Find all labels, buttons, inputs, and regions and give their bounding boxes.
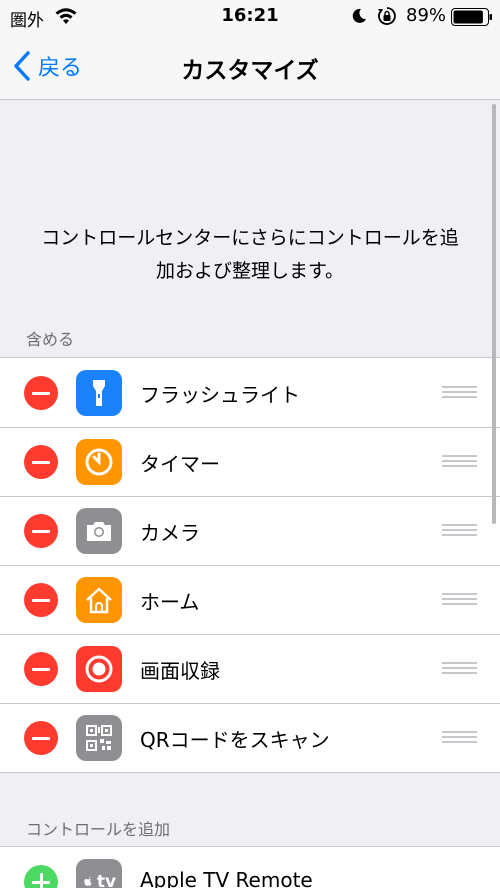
rotation-lock-icon [378,7,396,25]
do-not-disturb-icon [352,8,366,23]
reorder-handle-icon[interactable] [442,593,477,607]
timer-icon [76,439,122,485]
minus-icon [32,736,50,740]
more-controls-list: tv Apple TV Remote [0,846,500,888]
apple-tv-icon: tv [76,859,122,888]
remove-button[interactable] [24,583,58,617]
battery-percentage: 89% [406,5,447,26]
description-text: コントロールセンターにさらにコントロールを追加および整理します。 [41,227,459,282]
list-item: ホーム [0,565,500,634]
minus-icon [32,460,50,464]
list-item: 画面収録 [0,634,500,703]
reorder-handle-icon[interactable] [442,455,477,469]
control-label: QRコードをスキャン [140,728,330,752]
control-label: 画面収録 [140,659,220,683]
control-label: フラッシュライト [140,383,300,407]
home-icon [76,577,122,623]
list-item: tv Apple TV Remote [0,847,500,888]
list-item: QRコードをスキャン [0,703,500,772]
page-title: カスタマイズ [181,58,319,84]
control-label: タイマー [140,452,220,476]
reorder-handle-icon[interactable] [442,386,477,400]
qr-code-icon [76,715,122,761]
list-item: タイマー [0,427,500,496]
camera-icon [76,508,122,554]
included-controls-list: フラッシュライト タイマー カメラ ホーム 画面収録 QRコードをスキャン [0,357,500,773]
scrollbar[interactable] [492,104,496,524]
reorder-handle-icon[interactable] [442,662,477,676]
status-bar: 圏外 16:21 89% [0,0,500,34]
navigation-bar: 戻る カスタマイズ [0,34,500,100]
control-label: カメラ [140,521,200,545]
remove-button[interactable] [24,652,58,686]
list-item: フラッシュライト [0,358,500,427]
remove-button[interactable] [24,445,58,479]
remove-button[interactable] [24,721,58,755]
flashlight-icon [76,370,122,416]
minus-icon [32,667,50,671]
reorder-handle-icon[interactable] [442,524,477,538]
remove-button[interactable] [24,514,58,548]
remove-button[interactable] [24,376,58,410]
screen-record-icon [76,646,122,692]
reorder-handle-icon[interactable] [442,731,477,745]
minus-icon [32,391,50,395]
control-label: Apple TV Remote [140,868,313,888]
control-label: ホーム [140,590,200,614]
list-item: カメラ [0,496,500,565]
add-button[interactable] [24,865,58,888]
battery-icon [451,8,492,26]
section-header-include: 含める [26,330,75,349]
minus-icon [32,598,50,602]
minus-icon [32,529,50,533]
section-header-more: コントロールを追加 [26,820,171,839]
